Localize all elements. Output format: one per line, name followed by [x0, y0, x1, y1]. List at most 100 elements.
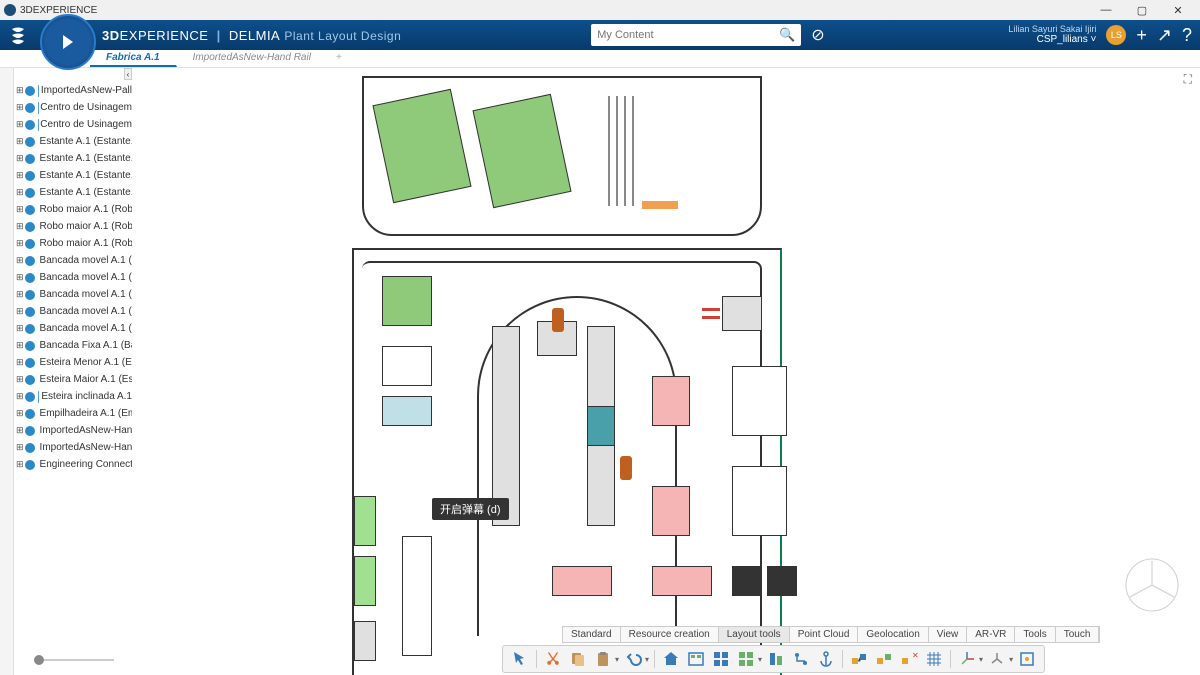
- expand-icon[interactable]: ⊞: [16, 442, 24, 453]
- grid1-icon[interactable]: [710, 648, 732, 670]
- user-info[interactable]: Lilian Sayuri Sakai Ijiri CSP_lilians ˅: [1008, 25, 1096, 46]
- expand-icon[interactable]: ⊞: [16, 272, 24, 283]
- expand-icon[interactable]: ⊞: [16, 340, 24, 351]
- bottom-tab[interactable]: View: [929, 627, 968, 642]
- axes-icon[interactable]: [956, 648, 978, 670]
- tree-item[interactable]: ⊞ ImportedAsNew-Han: [14, 439, 132, 456]
- bottom-tab[interactable]: Touch: [1056, 627, 1100, 642]
- expand-icon[interactable]: ⊞: [16, 238, 24, 249]
- tree-item[interactable]: ⊞ Robo maior A.1 (Rob: [14, 235, 132, 252]
- search-icon[interactable]: 🔍: [779, 27, 795, 43]
- expand-icon[interactable]: ⊞: [16, 306, 24, 317]
- tree-item[interactable]: ⊞ Esteira Menor A.1 (E:: [14, 354, 132, 371]
- expand-icon[interactable]: ⊞: [16, 85, 24, 96]
- tag-icon[interactable]: ⊘: [811, 25, 824, 45]
- tree-slider[interactable]: [34, 659, 114, 661]
- tree-item[interactable]: ⊞ Bancada movel A.1 (I: [14, 286, 132, 303]
- expand-icon[interactable]: ⊞: [16, 102, 24, 113]
- maximize-button[interactable]: ▢: [1124, 0, 1160, 20]
- tree-item[interactable]: ⊞ Estante A.1 (Estante.: [14, 167, 132, 184]
- add-icon[interactable]: +: [1136, 25, 1147, 46]
- bottom-tab[interactable]: Geolocation: [858, 627, 928, 642]
- expand-icon[interactable]: ⊞: [16, 357, 24, 368]
- tree-item[interactable]: ⊞ Robo maior A.1 (Rob: [14, 218, 132, 235]
- home-icon[interactable]: [660, 648, 682, 670]
- tree-item[interactable]: ⊞ Estante A.1 (Estante.: [14, 133, 132, 150]
- tree-item[interactable]: ⊞ Engineering Connect: [14, 456, 132, 473]
- tree-item[interactable]: ⊞ Centro de Usinagem: [14, 116, 132, 133]
- expand-icon[interactable]: ⊞: [16, 119, 24, 130]
- expand-icon[interactable]: ⛶: [1184, 72, 1192, 87]
- avatar[interactable]: LS: [1106, 25, 1126, 45]
- assem2-icon[interactable]: [873, 648, 895, 670]
- share-icon[interactable]: ↗: [1157, 25, 1172, 46]
- grid2-icon[interactable]: [735, 648, 757, 670]
- arrow-tool-icon[interactable]: [509, 648, 531, 670]
- tree-item[interactable]: ⊞ Esteira inclinada A.1: [14, 388, 132, 405]
- bottom-tab[interactable]: Resource creation: [621, 627, 719, 642]
- bottom-tab[interactable]: Point Cloud: [790, 627, 859, 642]
- node-icon: [24, 238, 36, 250]
- tab-add-button[interactable]: +: [328, 50, 350, 67]
- expand-icon[interactable]: ⊞: [16, 204, 24, 215]
- tree-item[interactable]: ⊞ ImportedAsNew-Pall: [14, 82, 132, 99]
- assem1-icon[interactable]: [848, 648, 870, 670]
- bottom-tab[interactable]: Standard: [563, 627, 621, 642]
- tree-item[interactable]: ⊞ Robo maior A.1 (Rob: [14, 201, 132, 218]
- cut-icon[interactable]: [542, 648, 564, 670]
- help-icon[interactable]: ?: [1182, 25, 1192, 46]
- triad-icon[interactable]: [986, 648, 1008, 670]
- copy-icon[interactable]: [567, 648, 589, 670]
- expand-icon[interactable]: ⊞: [16, 425, 24, 436]
- align-icon[interactable]: [765, 648, 787, 670]
- bottom-tab[interactable]: AR-VR: [967, 627, 1015, 642]
- expand-icon[interactable]: ⊞: [16, 255, 24, 266]
- grid-icon[interactable]: [923, 648, 945, 670]
- expand-icon[interactable]: ⊞: [16, 408, 24, 419]
- expand-icon[interactable]: ⊞: [16, 221, 24, 232]
- view-compass-icon[interactable]: [1122, 555, 1182, 615]
- tree-item[interactable]: ⊞ Bancada movel A.1 (I: [14, 269, 132, 286]
- expand-icon[interactable]: ⊞: [16, 187, 24, 198]
- close-button[interactable]: ✕: [1160, 0, 1196, 20]
- expand-icon[interactable]: ⊞: [16, 374, 24, 385]
- tree-item[interactable]: ⊞ Centro de Usinagem: [14, 99, 132, 116]
- tree-item[interactable]: ⊞ Estante A.1 (Estante.: [14, 184, 132, 201]
- tree-item[interactable]: ⊞ Bancada movel A.1 (I: [14, 320, 132, 337]
- undo-icon[interactable]: [622, 648, 644, 670]
- expand-icon[interactable]: ⊞: [16, 289, 24, 300]
- expand-icon[interactable]: ⊞: [16, 323, 24, 334]
- compass-widget[interactable]: [40, 14, 96, 70]
- bottom-tab[interactable]: Tools: [1015, 627, 1055, 642]
- expand-icon[interactable]: ⊞: [16, 170, 24, 181]
- expand-icon[interactable]: ⊞: [16, 391, 24, 402]
- anchor-icon[interactable]: [815, 648, 837, 670]
- bottom-tab[interactable]: Layout tools: [719, 627, 790, 642]
- tree-item[interactable]: ⊞ Empilhadeira A.1 (Em: [14, 405, 132, 422]
- layout-icon[interactable]: [685, 648, 707, 670]
- viewport-3d[interactable]: ⛶: [132, 68, 1200, 675]
- tree-item[interactable]: ⊞ Estante A.1 (Estante.: [14, 150, 132, 167]
- tree-item[interactable]: ⊞ Bancada movel A.1 (I: [14, 303, 132, 320]
- play-icon: [63, 35, 73, 49]
- minimize-button[interactable]: —: [1088, 0, 1124, 20]
- expand-icon[interactable]: ⊞: [16, 136, 24, 147]
- tree-item[interactable]: ⊞ Bancada movel A.1 (I: [14, 252, 132, 269]
- tree-item[interactable]: ⊞ Bancada Fixa A.1 (Ba: [14, 337, 132, 354]
- elem-icon[interactable]: [1016, 648, 1038, 670]
- brand-text: 3DEXPERIENCE | DELMIA Plant Layout Desig…: [102, 28, 401, 43]
- paste-icon[interactable]: [592, 648, 614, 670]
- tree-item[interactable]: ⊞ Esteira Maior A.1 (Es: [14, 371, 132, 388]
- tree-item[interactable]: ⊞ ImportedAsNew-Han: [14, 422, 132, 439]
- assem3-icon[interactable]: ✕: [898, 648, 920, 670]
- search-box[interactable]: 🔍: [591, 24, 801, 46]
- search-input[interactable]: [597, 29, 779, 41]
- tab-inactive[interactable]: ImportedAsNew-Hand Rail: [177, 50, 328, 67]
- expand-icon[interactable]: ⊞: [16, 459, 24, 470]
- flow-icon[interactable]: [790, 648, 812, 670]
- tree-item-label: ImportedAsNew-Pall: [41, 85, 132, 96]
- sidebar-rail[interactable]: [0, 68, 14, 675]
- tab-active[interactable]: Fabrica A.1: [90, 50, 177, 67]
- expand-icon[interactable]: ⊞: [16, 153, 24, 164]
- tree-collapse-handle[interactable]: ‹: [124, 68, 132, 80]
